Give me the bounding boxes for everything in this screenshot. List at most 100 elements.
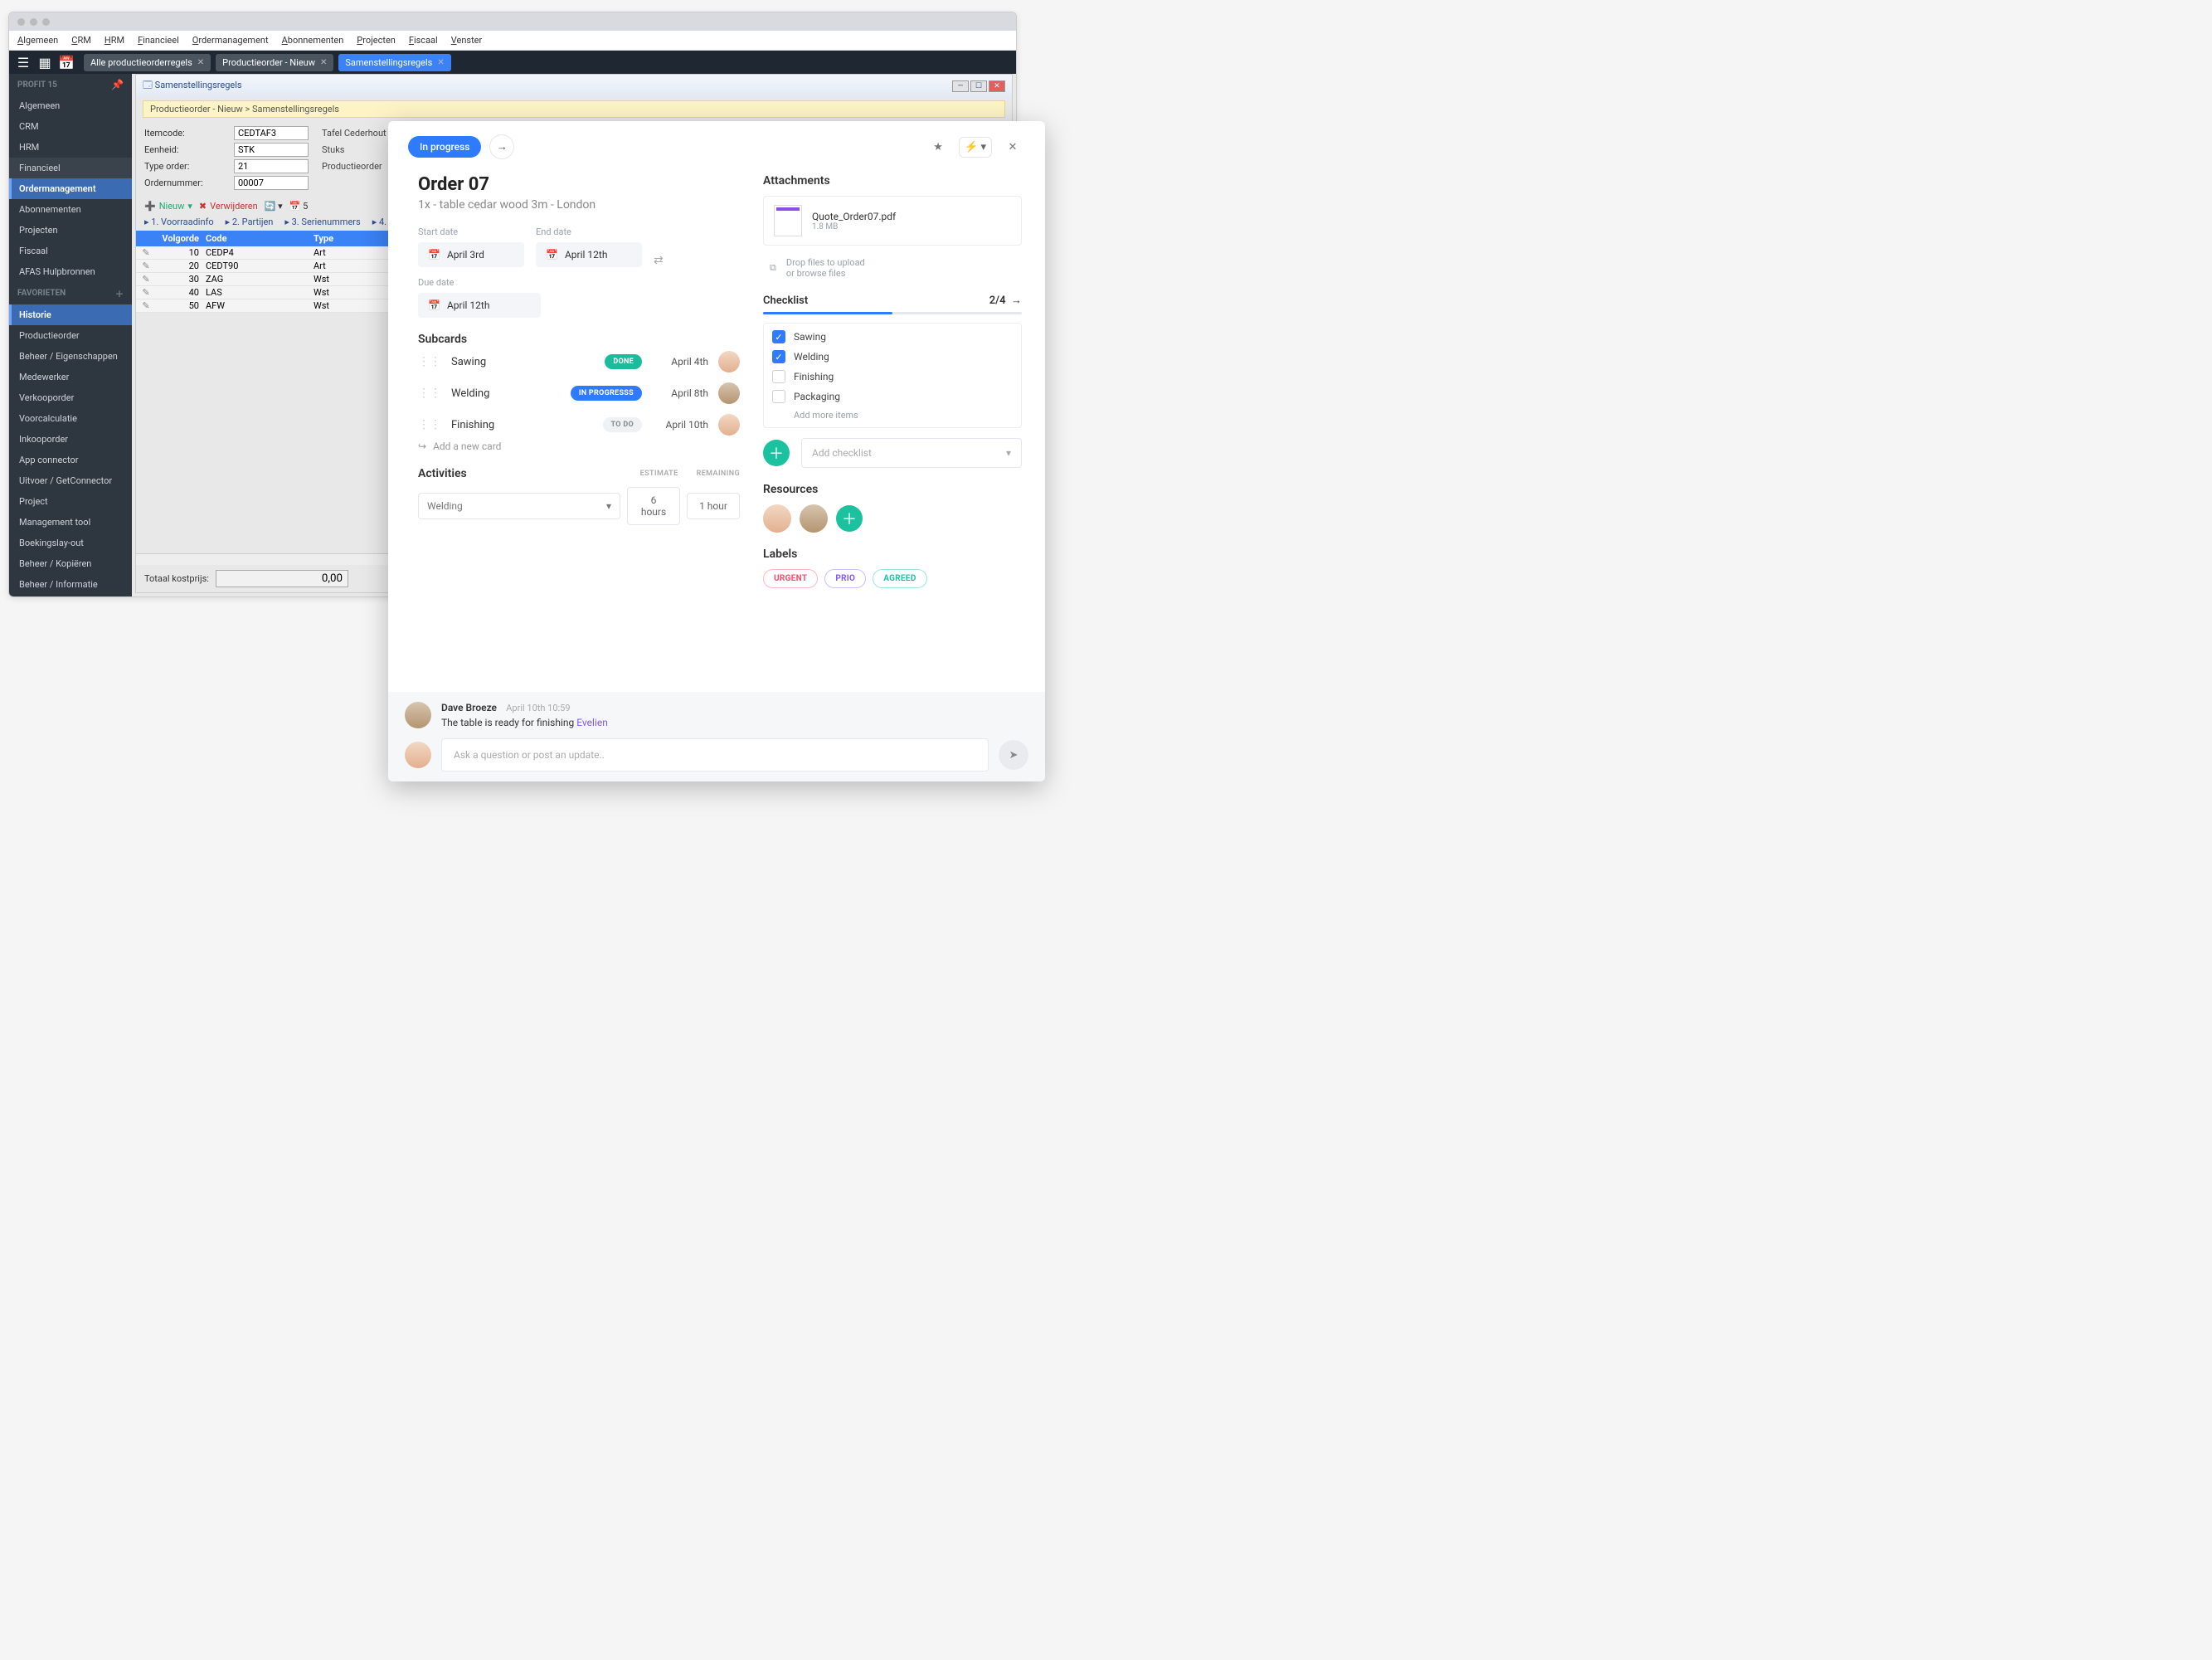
tab-samenstellingsregels[interactable]: Samenstellingsregels✕	[338, 54, 450, 71]
checklist-item[interactable]: Finishing	[772, 370, 1013, 383]
menu-ordermanagement[interactable]: Ordermanagement	[192, 35, 269, 46]
plus-icon[interactable]: ＋	[115, 287, 124, 299]
sidebar-item-fiscaal[interactable]: Fiscaal	[9, 241, 132, 261]
drag-handle-icon[interactable]: ⋮⋮	[418, 355, 441, 368]
status-pill[interactable]: In progress	[408, 136, 481, 158]
menu-projecten[interactable]: Projecten	[357, 35, 396, 46]
sidebar-item-abonnementen[interactable]: Abonnementen	[9, 199, 132, 220]
sidebar-item-crm[interactable]: CRM	[9, 116, 132, 137]
fav-item-beheer-eigenschappen[interactable]: Beheer / Eigenschappen	[9, 346, 132, 367]
tab-close-icon[interactable]: ✕	[320, 58, 327, 67]
checkbox[interactable]	[772, 390, 785, 403]
start-date-input[interactable]: 📅 April 3rd	[418, 242, 524, 267]
col-volgorde[interactable]: Volgorde	[153, 233, 206, 244]
pin-icon[interactable]: 📌	[111, 79, 124, 90]
add-checklist-button[interactable]: ＋	[763, 440, 790, 466]
close-button[interactable]: ✕	[989, 80, 1005, 92]
sidebar-item-projecten[interactable]: Projecten	[9, 220, 132, 241]
sidebar-item-financieel[interactable]: Financieel	[9, 158, 132, 178]
checkbox[interactable]: ✓	[772, 350, 785, 363]
resource-avatar-1[interactable]	[763, 504, 791, 533]
avatar[interactable]	[718, 414, 740, 436]
send-button[interactable]: ➤	[999, 740, 1028, 770]
fav-item-inkooporder[interactable]: Inkooporder	[9, 429, 132, 450]
add-subcard-button[interactable]: ↪ Add a new card	[418, 441, 740, 452]
star-icon[interactable]: ★	[926, 134, 950, 159]
menu-fiscaal[interactable]: Fiscaal	[409, 35, 438, 46]
tab-productieorder-nieuw[interactable]: Productieorder - Nieuw✕	[216, 54, 333, 71]
subcard-row[interactable]: ⋮⋮WeldingIN PROGRESSSApril 8th	[418, 377, 740, 409]
label-prio[interactable]: PRIO	[824, 569, 866, 588]
checklist-item[interactable]: ✓Sawing	[772, 330, 1013, 343]
menu-crm[interactable]: CRM	[71, 35, 91, 46]
checkbox[interactable]: ✓	[772, 330, 785, 343]
close-icon[interactable]: ✕	[1000, 134, 1025, 159]
label-urgent[interactable]: URGENT	[763, 569, 818, 588]
typeorder-input[interactable]	[234, 159, 309, 173]
fav-item-management-tool[interactable]: Management tool	[9, 512, 132, 533]
resource-avatar-2[interactable]	[800, 504, 828, 533]
sidebar-item-algemeen[interactable]: Algemeen	[9, 95, 132, 116]
estimate-value[interactable]: 6 hours	[627, 487, 680, 525]
checkbox[interactable]	[772, 370, 785, 383]
calendar-icon[interactable]: 📅	[59, 55, 74, 70]
maximize-button[interactable]: ☐	[970, 80, 987, 92]
col-type[interactable]: Type	[314, 233, 396, 244]
fav-item-uitvoer-getconnector[interactable]: Uitvoer / GetConnector	[9, 470, 132, 491]
menu-venster[interactable]: Venster	[451, 35, 483, 46]
avatar[interactable]	[718, 351, 740, 372]
fav-item-app-connector[interactable]: App connector	[9, 450, 132, 470]
fav-item-beheer-kopi-ren[interactable]: Beheer / Kopiëren	[9, 553, 132, 574]
fav-item-beheer-informatie[interactable]: Beheer / Informatie	[9, 574, 132, 595]
itemcode-input[interactable]	[234, 126, 309, 140]
menu-abonnementen[interactable]: Abonnementen	[282, 35, 344, 46]
drag-handle-icon[interactable]: ⋮⋮	[418, 418, 441, 431]
fav-item-project[interactable]: Project	[9, 491, 132, 512]
fav-item-voorcalculatie[interactable]: Voorcalculatie	[9, 408, 132, 429]
checklist-expand-icon[interactable]: →	[1011, 295, 1022, 307]
label-agreed[interactable]: AGREED	[873, 569, 926, 588]
menu-algemeen[interactable]: Algemeen	[17, 35, 58, 46]
checklist-item[interactable]: ✓Welding	[772, 350, 1013, 363]
fav-item-productieorder[interactable]: Productieorder	[9, 325, 132, 346]
menu-icon[interactable]: ☰	[16, 55, 31, 70]
menu-financieel[interactable]: Financieel	[138, 35, 179, 46]
tab-alle-productieorderregels[interactable]: Alle productieorderregels✕	[84, 54, 211, 71]
chat-mention[interactable]: Evelien	[576, 717, 608, 728]
add-checklist-item[interactable]: Add more items	[772, 410, 1013, 421]
tab-close-icon[interactable]: ✕	[197, 58, 204, 67]
nieuw-button[interactable]: ➕ Nieuw ▾	[144, 201, 192, 212]
menu-hrm[interactable]: HRM	[105, 35, 124, 46]
fav-item-boekingslay-out[interactable]: Boekingslay-out	[9, 533, 132, 553]
fav-item-medewerker[interactable]: Medewerker	[9, 367, 132, 387]
eenheid-input[interactable]	[234, 143, 309, 157]
dropzone[interactable]: ⧉ Drop files to upload or browse files	[763, 254, 1022, 279]
sidebar-item-hrm[interactable]: HRM	[9, 137, 132, 158]
actions-menu[interactable]: ⚡ ▾	[959, 137, 992, 158]
remaining-value[interactable]: 1 hour	[687, 493, 740, 519]
subcard-row[interactable]: ⋮⋮SawingDONEApril 4th	[418, 346, 740, 377]
next-status-button[interactable]: →	[489, 134, 514, 159]
add-checklist-select[interactable]: Add checklist▾	[801, 438, 1022, 468]
due-date-input[interactable]: 📅 April 12th	[418, 293, 541, 318]
avatar[interactable]	[718, 382, 740, 404]
sync-icon[interactable]: ⇄	[654, 254, 664, 267]
add-resource-button[interactable]: ＋	[836, 505, 863, 532]
verwijderen-button[interactable]: ✖ Verwijderen	[199, 201, 258, 212]
end-date-input[interactable]: 📅 April 12th	[536, 242, 642, 267]
chat-input[interactable]: Ask a question or post an update..	[441, 738, 989, 772]
subtab[interactable]: ▸ 1. Voorraadinfo	[144, 217, 214, 227]
minimize-button[interactable]: —	[952, 80, 969, 92]
checklist-item[interactable]: Packaging	[772, 390, 1013, 403]
subtab[interactable]: ▸ 2. Partijen	[226, 217, 274, 227]
subtab[interactable]: ▸ 3. Serienummers	[284, 217, 360, 227]
grid-icon[interactable]: ▦	[37, 55, 52, 70]
ordernr-input[interactable]	[234, 176, 309, 190]
fav-item-verkooporder[interactable]: Verkooporder	[9, 387, 132, 408]
drag-handle-icon[interactable]: ⋮⋮	[418, 387, 441, 400]
activity-select[interactable]: Welding▾	[418, 493, 620, 519]
attachment-file[interactable]: Quote_Order07.pdf 1.8 MB	[763, 196, 1022, 246]
refresh-icon[interactable]: 🔄 ▾	[265, 201, 283, 212]
tab-close-icon[interactable]: ✕	[437, 58, 444, 67]
fav-item-historie[interactable]: Historie	[9, 304, 132, 325]
